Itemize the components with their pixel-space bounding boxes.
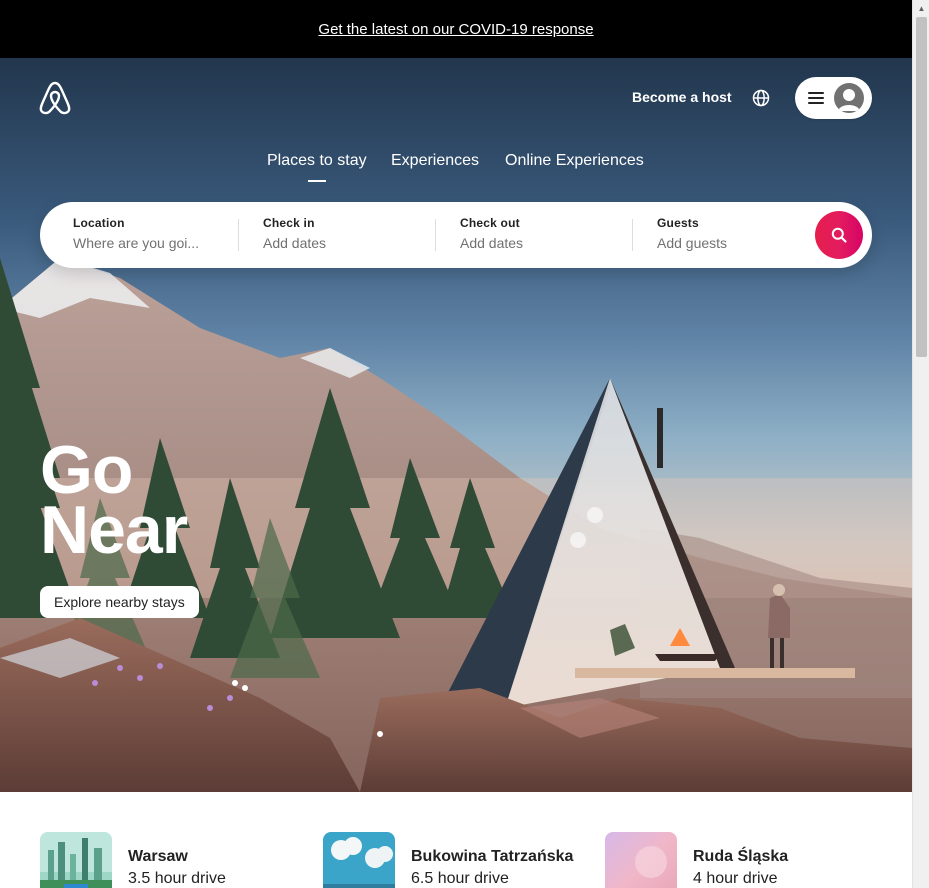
check-in-field[interactable]: Check in Add dates <box>263 216 326 251</box>
destination-card[interactable]: Bukowina Tatrzańska 6.5 hour drive <box>323 832 583 888</box>
user-menu-button[interactable] <box>795 77 872 119</box>
guests-label: Guests <box>657 216 699 230</box>
airbnb-logo-icon[interactable] <box>38 80 72 116</box>
check-out-label: Check out <box>460 216 520 230</box>
explore-nearby-button[interactable]: Explore nearby stays <box>40 586 199 618</box>
location-field[interactable]: Location Where are you goi... <box>73 216 199 251</box>
search-divider <box>435 219 436 251</box>
check-out-field[interactable]: Check out Add dates <box>460 216 523 251</box>
location-input[interactable]: Where are you goi... <box>73 235 199 251</box>
tab-online-experiences[interactable]: Online Experiences <box>505 152 644 170</box>
search-divider <box>632 219 633 251</box>
user-avatar-icon <box>834 83 864 113</box>
hero-headline: Go Near <box>40 432 188 568</box>
scrollbar-thumb[interactable] <box>916 17 927 357</box>
hero-headline-line1: Go <box>40 432 133 508</box>
hamburger-menu-icon <box>808 92 824 104</box>
search-bar: Location Where are you goi... Check in A… <box>40 202 872 268</box>
tab-places-to-stay[interactable]: Places to stay <box>267 152 367 170</box>
search-button[interactable] <box>815 211 863 259</box>
globe-icon[interactable] <box>752 89 770 107</box>
guests-field[interactable]: Guests Add guests <box>657 216 727 251</box>
become-host-link[interactable]: Become a host <box>632 89 732 105</box>
check-in-value: Add dates <box>263 235 327 251</box>
destination-card[interactable]: Ruda Śląska 4 hour drive <box>605 832 865 888</box>
search-icon <box>831 227 847 243</box>
destination-card[interactable]: Warsaw 3.5 hour drive <box>40 832 300 888</box>
destination-name: Ruda Śląska <box>693 848 789 865</box>
scroll-up-arrow-icon[interactable]: ▲ <box>913 0 929 17</box>
check-in-label: Check in <box>263 216 315 230</box>
tab-selected-indicator <box>308 180 326 182</box>
destination-distance: 6.5 hour drive <box>411 870 509 887</box>
guests-value: Add guests <box>657 235 728 251</box>
hero-headline-line2: Near <box>40 492 188 568</box>
destination-thumbnail <box>605 832 677 888</box>
destination-thumbnail <box>323 832 395 888</box>
covid-response-link[interactable]: Get the latest on our COVID-19 response <box>318 21 593 38</box>
location-label: Location <box>73 216 125 230</box>
destination-name: Warsaw <box>128 848 188 865</box>
search-divider <box>238 219 239 251</box>
check-out-value: Add dates <box>460 235 524 251</box>
destination-distance: 3.5 hour drive <box>128 870 226 887</box>
tab-experiences[interactable]: Experiences <box>391 152 479 170</box>
page: Get the latest on our COVID-19 response <box>0 0 929 888</box>
destination-thumbnail <box>40 832 112 888</box>
page-scrollbar[interactable]: ▲ <box>912 0 929 888</box>
covid-banner: Get the latest on our COVID-19 response <box>0 0 912 58</box>
destination-name: Bukowina Tatrzańska <box>411 848 574 865</box>
destination-distance: 4 hour drive <box>693 870 778 887</box>
